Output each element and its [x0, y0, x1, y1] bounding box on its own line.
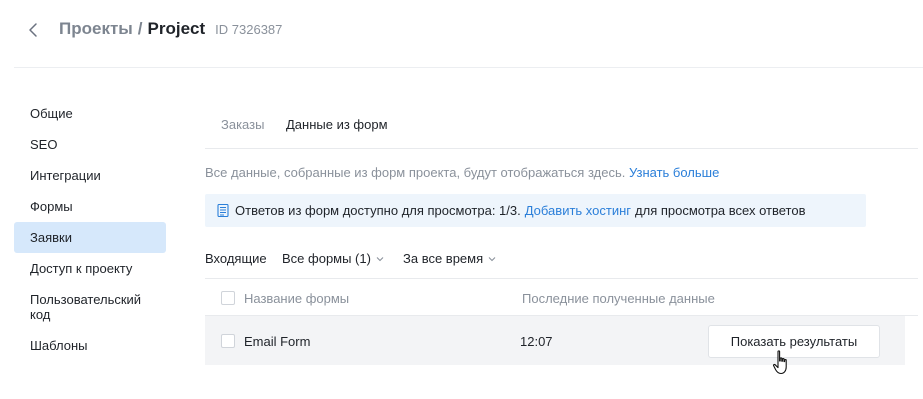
info-description: Все данные, собранные из форм проекта, б… — [205, 165, 626, 180]
forms-filter-label: Все формы (1) — [282, 251, 371, 266]
chevron-down-icon — [488, 256, 496, 262]
breadcrumb: Проекты / Project ID 7326387 — [59, 19, 282, 41]
add-hosting-link[interactable]: Добавить хостинг — [525, 203, 631, 218]
info-text: Все данные, собранные из форм проекта, б… — [205, 165, 719, 180]
form-name-cell: Email Form — [244, 334, 311, 349]
sidebar-item-general[interactable]: Общие — [14, 98, 166, 129]
show-results-button[interactable]: Показать результаты — [708, 325, 880, 358]
limit-notice: Ответов из форм доступно для просмотра: … — [205, 194, 866, 227]
page-header: Проекты / Project ID 7326387 — [0, 0, 923, 68]
last-received-cell: 12:07 — [520, 334, 553, 349]
tab-form-data[interactable]: Данные из форм — [286, 117, 388, 132]
table-row[interactable]: Email Form 12:07 Показать результаты — [205, 316, 905, 365]
breadcrumb-projects-link[interactable]: Проекты — [59, 19, 133, 39]
column-header-form-name: Название формы — [244, 291, 350, 306]
row-checkbox[interactable] — [221, 334, 235, 348]
sidebar-item-custom-code[interactable]: Пользовательский код — [14, 284, 166, 330]
chevron-left-icon — [29, 23, 37, 37]
project-id: ID 7326387 — [215, 22, 283, 37]
learn-more-link[interactable]: Узнать больше — [629, 165, 719, 180]
form-document-icon — [217, 204, 229, 217]
back-button[interactable] — [24, 20, 42, 40]
filter-bar: Входящие Все формы (1) За все время — [205, 251, 918, 279]
sidebar-item-access[interactable]: Доступ к проекту — [14, 253, 166, 284]
header-divider — [14, 67, 923, 68]
page-title: Project — [147, 19, 206, 38]
sidebar-item-integrations[interactable]: Интеграции — [14, 160, 166, 191]
sidebar-item-submissions[interactable]: Заявки — [14, 222, 166, 253]
settings-sidebar: Общие SEO Интеграции Формы Заявки Доступ… — [14, 98, 166, 361]
filter-incoming[interactable]: Входящие — [205, 251, 267, 266]
period-filter-label: За все время — [403, 251, 484, 266]
tab-orders[interactable]: Заказы — [221, 117, 264, 132]
breadcrumb-separator: / — [137, 19, 143, 38]
tab-bar: Заказы Данные из форм — [205, 104, 918, 149]
sidebar-item-templates[interactable]: Шаблоны — [14, 330, 166, 361]
select-all-checkbox[interactable] — [221, 291, 235, 305]
table-header: Название формы Последние полученные данн… — [205, 280, 918, 316]
column-header-last-data: Последние полученные данные — [522, 291, 715, 306]
period-filter-dropdown[interactable]: За все время — [403, 251, 496, 266]
sidebar-item-forms[interactable]: Формы — [14, 191, 166, 222]
chevron-down-icon — [376, 256, 384, 262]
sidebar-item-seo[interactable]: SEO — [14, 129, 166, 160]
notice-text: Ответов из форм доступно для просмотра: … — [235, 203, 521, 218]
forms-filter-dropdown[interactable]: Все формы (1) — [282, 251, 384, 266]
notice-text-suffix: для просмотра всех ответов — [635, 203, 806, 218]
